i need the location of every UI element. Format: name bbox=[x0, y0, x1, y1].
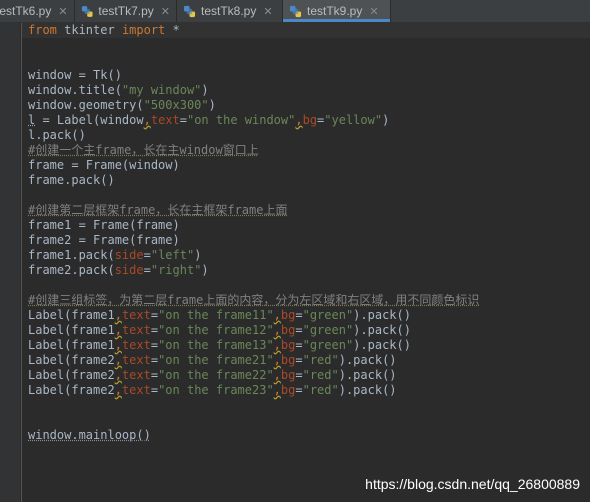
tab-testtk8[interactable]: testTk8.py ✕ bbox=[177, 0, 283, 22]
code-line: from tkinter import * bbox=[22, 23, 590, 38]
tab-testtk6[interactable]: testTk6.py ✕ bbox=[0, 0, 75, 22]
python-file-icon bbox=[81, 5, 93, 17]
code-line: frame2 = Frame(frame) bbox=[28, 233, 180, 247]
code-line: Label(frame1,text="on the frame13",bg="g… bbox=[28, 338, 411, 352]
code-comment: #创建三组标签，为第二层frame上面的内容，分为左区域和右区域，用不同颜色标识 bbox=[28, 293, 480, 307]
close-icon[interactable]: ✕ bbox=[369, 5, 378, 18]
tab-testtk9[interactable]: testTk9.py ✕ bbox=[283, 0, 391, 22]
code-line: Label(frame2,text="on the frame23",bg="r… bbox=[28, 383, 397, 397]
editor-tab-bar: testTk6.py ✕ testTk7.py ✕ testTk8.py ✕ t… bbox=[0, 0, 590, 23]
code-line: l.pack() bbox=[28, 128, 86, 142]
code-line: Label(frame1,text="on the frame11",bg="g… bbox=[28, 308, 411, 322]
code-line: Label(frame2,text="on the frame22",bg="r… bbox=[28, 368, 397, 382]
code-line: Label(frame2,text="on the frame21",bg="r… bbox=[28, 353, 397, 367]
python-file-icon bbox=[183, 5, 196, 17]
tab-label: testTk6.py bbox=[0, 4, 52, 18]
tab-label: testTk8.py bbox=[201, 4, 257, 18]
indent-guide bbox=[21, 23, 22, 502]
close-icon[interactable]: ✕ bbox=[161, 5, 170, 18]
code-line: Label(frame1,text="on the frame12",bg="g… bbox=[28, 323, 411, 337]
code-line: frame2.pack(side="right") bbox=[28, 263, 209, 277]
code-line: frame1 = Frame(frame) bbox=[28, 218, 180, 232]
code-line: frame = Frame(window) bbox=[28, 158, 180, 172]
close-icon[interactable]: ✕ bbox=[263, 5, 272, 18]
tab-label: testTk7.py bbox=[98, 4, 154, 18]
tab-testtk7[interactable]: testTk7.py ✕ bbox=[75, 0, 177, 22]
tab-label: testTk9.py bbox=[307, 4, 363, 18]
code-line: l = Label(window,text="on the window",bg… bbox=[28, 113, 390, 127]
code-line: window.title("my window") bbox=[28, 83, 209, 97]
line-gutter bbox=[0, 23, 20, 502]
code-editor[interactable]: from tkinter import * window = Tk() wind… bbox=[22, 23, 590, 443]
python-file-icon bbox=[289, 5, 302, 17]
code-line: frame1.pack(side="left") bbox=[28, 248, 202, 262]
close-icon[interactable]: ✕ bbox=[58, 5, 67, 18]
code-line: frame.pack() bbox=[28, 173, 115, 187]
code-line: window.mainloop() bbox=[28, 428, 151, 442]
code-comment: #创建第二层框架frame，长在主框架frame上面 bbox=[28, 203, 288, 217]
code-line: window = Tk() bbox=[28, 68, 122, 82]
code-comment: #创建一个主frame，长在主window窗口上 bbox=[28, 143, 259, 157]
code-line: window.geometry("500x300") bbox=[28, 98, 216, 112]
watermark-url: https://blog.csdn.net/qq_26800889 bbox=[365, 476, 580, 492]
